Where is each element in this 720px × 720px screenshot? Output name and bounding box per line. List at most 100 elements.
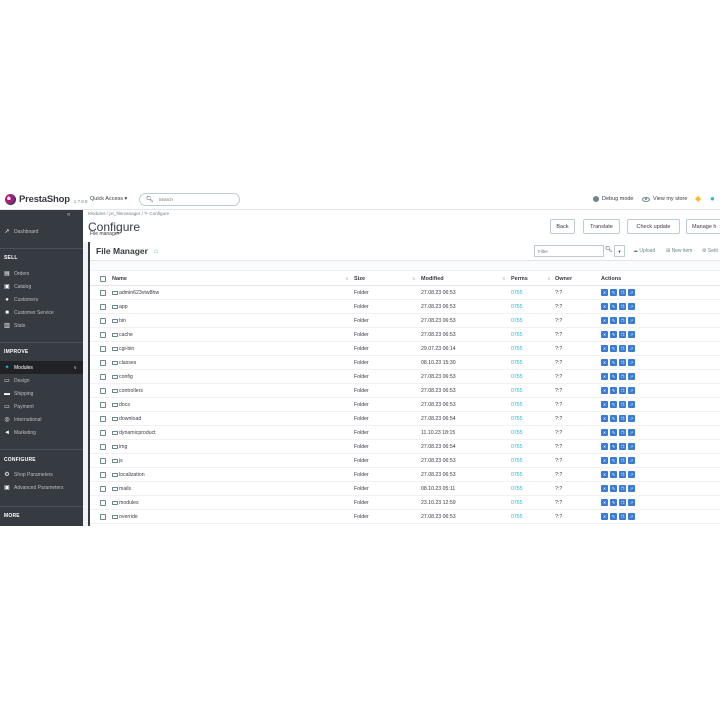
link-icon[interactable]: ↗ [628, 373, 635, 380]
file-name-link[interactable]: config [112, 374, 133, 380]
copy-icon[interactable]: ❐ [619, 443, 626, 450]
file-perms-link[interactable]: 0755 [511, 290, 523, 296]
file-perms-link[interactable]: 0755 [511, 346, 523, 352]
delete-icon[interactable]: ✕ [601, 457, 608, 464]
file-perms-link[interactable]: 0755 [511, 514, 523, 520]
rename-icon[interactable]: ✎ [610, 373, 617, 380]
column-perms[interactable]: Perms [511, 276, 528, 282]
table-row[interactable]: download Folder 27.08.23 06:54 0755?:? ✕ ✎ ❐ ↗ [90, 412, 720, 426]
brand-logo[interactable]: PrestaShop 1.7.8.9 [5, 194, 88, 205]
table-row[interactable]: localization Folder 27.08.23 06:53 0755?:? ✕… [90, 468, 720, 482]
sidebar-item-marketing[interactable]: ◄ Marketing [0, 426, 83, 439]
link-icon[interactable]: ↗ [628, 331, 635, 338]
table-row[interactable]: img Folder 27.08.23 06:54 0755?:? ✕ ✎ ❐ ↗ [90, 440, 720, 454]
file-perms-link[interactable]: 0755 [511, 304, 523, 310]
delete-icon[interactable]: ✕ [601, 499, 608, 506]
notification-icon[interactable]: ◆ [695, 194, 701, 203]
copy-icon[interactable]: ❐ [619, 345, 626, 352]
delete-icon[interactable]: ✕ [601, 345, 608, 352]
table-row[interactable]: classes Folder 08.10.23 15:30 0755?:? ✕ ✎ ❐ ↗ [90, 356, 720, 370]
rename-icon[interactable]: ✎ [610, 401, 617, 408]
link-icon[interactable]: ↗ [628, 485, 635, 492]
table-row[interactable]: config Folder 27.08.23 06:53 0755?:? ✕ ✎ ❐ ↗ [90, 370, 720, 384]
file-perms-link[interactable]: 0755 [511, 374, 523, 380]
file-name-link[interactable]: classes [112, 360, 136, 366]
delete-icon[interactable]: ✕ [601, 359, 608, 366]
link-icon[interactable]: ↗ [628, 499, 635, 506]
row-checkbox[interactable] [100, 472, 106, 478]
table-row[interactable]: app Folder 27.08.23 06:53 0755?:? ✕ ✎ ❐ ↗ [90, 300, 720, 314]
search-icon[interactable]: 🔍︎ [605, 246, 613, 253]
row-checkbox[interactable] [100, 402, 106, 408]
copy-icon[interactable]: ❐ [619, 359, 626, 366]
rename-icon[interactable]: ✎ [610, 415, 617, 422]
row-checkbox[interactable] [100, 318, 106, 324]
table-row[interactable]: docs Folder 27.08.23 06:53 0755?:? ✕ ✎ ❐ ↗ [90, 398, 720, 412]
column-size[interactable]: Size [354, 276, 365, 282]
sidebar-item-shop-parameters[interactable]: ⚙︎ Shop Parameters [0, 468, 83, 481]
copy-icon[interactable]: ❐ [619, 457, 626, 464]
sort-icon[interactable]: ⇅ [547, 276, 550, 281]
row-checkbox[interactable] [100, 388, 106, 394]
file-perms-link[interactable]: 0755 [511, 388, 523, 394]
row-checkbox[interactable] [100, 290, 106, 296]
file-perms-link[interactable]: 0755 [511, 444, 523, 450]
table-row[interactable]: controllers Folder 27.08.23 06:53 0755?:? ✕ ✎… [90, 384, 720, 398]
sidebar-item-customer-service[interactable]: ■ Customer Service [0, 306, 83, 319]
file-perms-link[interactable]: 0755 [511, 416, 523, 422]
sort-icon[interactable]: ⇅ [502, 276, 505, 281]
file-name-link[interactable]: localization [112, 472, 145, 478]
sidebar-item-advanced-parameters[interactable]: ▣ Advanced Parameters [0, 481, 83, 494]
copy-icon[interactable]: ❐ [619, 485, 626, 492]
row-checkbox[interactable] [100, 458, 106, 464]
new-item-button[interactable]: ⊞ New item [666, 248, 692, 254]
rename-icon[interactable]: ✎ [610, 513, 617, 520]
file-name-link[interactable]: img [112, 444, 127, 450]
link-icon[interactable]: ↗ [628, 443, 635, 450]
file-perms-link[interactable]: 0755 [511, 318, 523, 324]
copy-icon[interactable]: ❐ [619, 331, 626, 338]
table-row[interactable]: mails Folder 08.10.23 05:11 0755?:? ✕ ✎ ❐ ↗ [90, 482, 720, 496]
delete-icon[interactable]: ✕ [601, 443, 608, 450]
file-name-link[interactable]: cache [112, 332, 133, 338]
rename-icon[interactable]: ✎ [610, 387, 617, 394]
manage-hooks-button[interactable]: Manage h [686, 219, 720, 234]
row-checkbox[interactable] [100, 374, 106, 380]
column-name[interactable]: Name [112, 276, 127, 282]
file-name-link[interactable]: docs [112, 402, 130, 408]
row-checkbox[interactable] [100, 514, 106, 520]
sidebar-item-payment[interactable]: ▭ Payment [0, 400, 83, 413]
table-row[interactable]: override Folder 27.08.23 06:53 0755?:? ✕ ✎ ❐ ↗ [90, 510, 720, 524]
copy-icon[interactable]: ❐ [619, 499, 626, 506]
link-icon[interactable]: ↗ [628, 303, 635, 310]
home-icon[interactable]: ⌂ [154, 248, 158, 255]
rename-icon[interactable]: ✎ [610, 471, 617, 478]
file-perms-link[interactable]: 0755 [511, 402, 523, 408]
table-row[interactable]: cache Folder 27.08.23 06:53 0755?:? ✕ ✎ ❐ ↗ [90, 328, 720, 342]
file-perms-link[interactable]: 0755 [511, 472, 523, 478]
file-name-link[interactable]: app [112, 304, 128, 310]
file-name-link[interactable]: modules [112, 500, 139, 506]
rename-icon[interactable]: ✎ [610, 429, 617, 436]
employee-icon[interactable]: ● [710, 194, 715, 203]
copy-icon[interactable]: ❐ [619, 303, 626, 310]
check-update-button[interactable]: Check update [627, 219, 680, 234]
rename-icon[interactable]: ✎ [610, 317, 617, 324]
table-row[interactable]: js Folder 27.08.23 06:53 0755?:? ✕ ✎ ❐ ↗ [90, 454, 720, 468]
link-icon[interactable]: ↗ [628, 415, 635, 422]
link-icon[interactable]: ↗ [628, 359, 635, 366]
sidebar-item-design[interactable]: ▭ Design [0, 374, 83, 387]
rename-icon[interactable]: ✎ [610, 359, 617, 366]
sidebar-item-orders[interactable]: ▤ Orders [0, 267, 83, 280]
row-checkbox[interactable] [100, 500, 106, 506]
copy-icon[interactable]: ❐ [619, 415, 626, 422]
file-name-link[interactable]: controllers [112, 388, 143, 394]
row-checkbox[interactable] [100, 430, 106, 436]
rename-icon[interactable]: ✎ [610, 443, 617, 450]
sidebar-item-customers[interactable]: ● Customers [0, 293, 83, 306]
table-row[interactable]: modules Folder 23.10.23 12:59 0755?:? ✕ ✎ ❐ ↗ [90, 496, 720, 510]
rename-icon[interactable]: ✎ [610, 289, 617, 296]
link-icon[interactable]: ↗ [628, 387, 635, 394]
copy-icon[interactable]: ❐ [619, 401, 626, 408]
back-button[interactable]: Back [550, 219, 575, 234]
